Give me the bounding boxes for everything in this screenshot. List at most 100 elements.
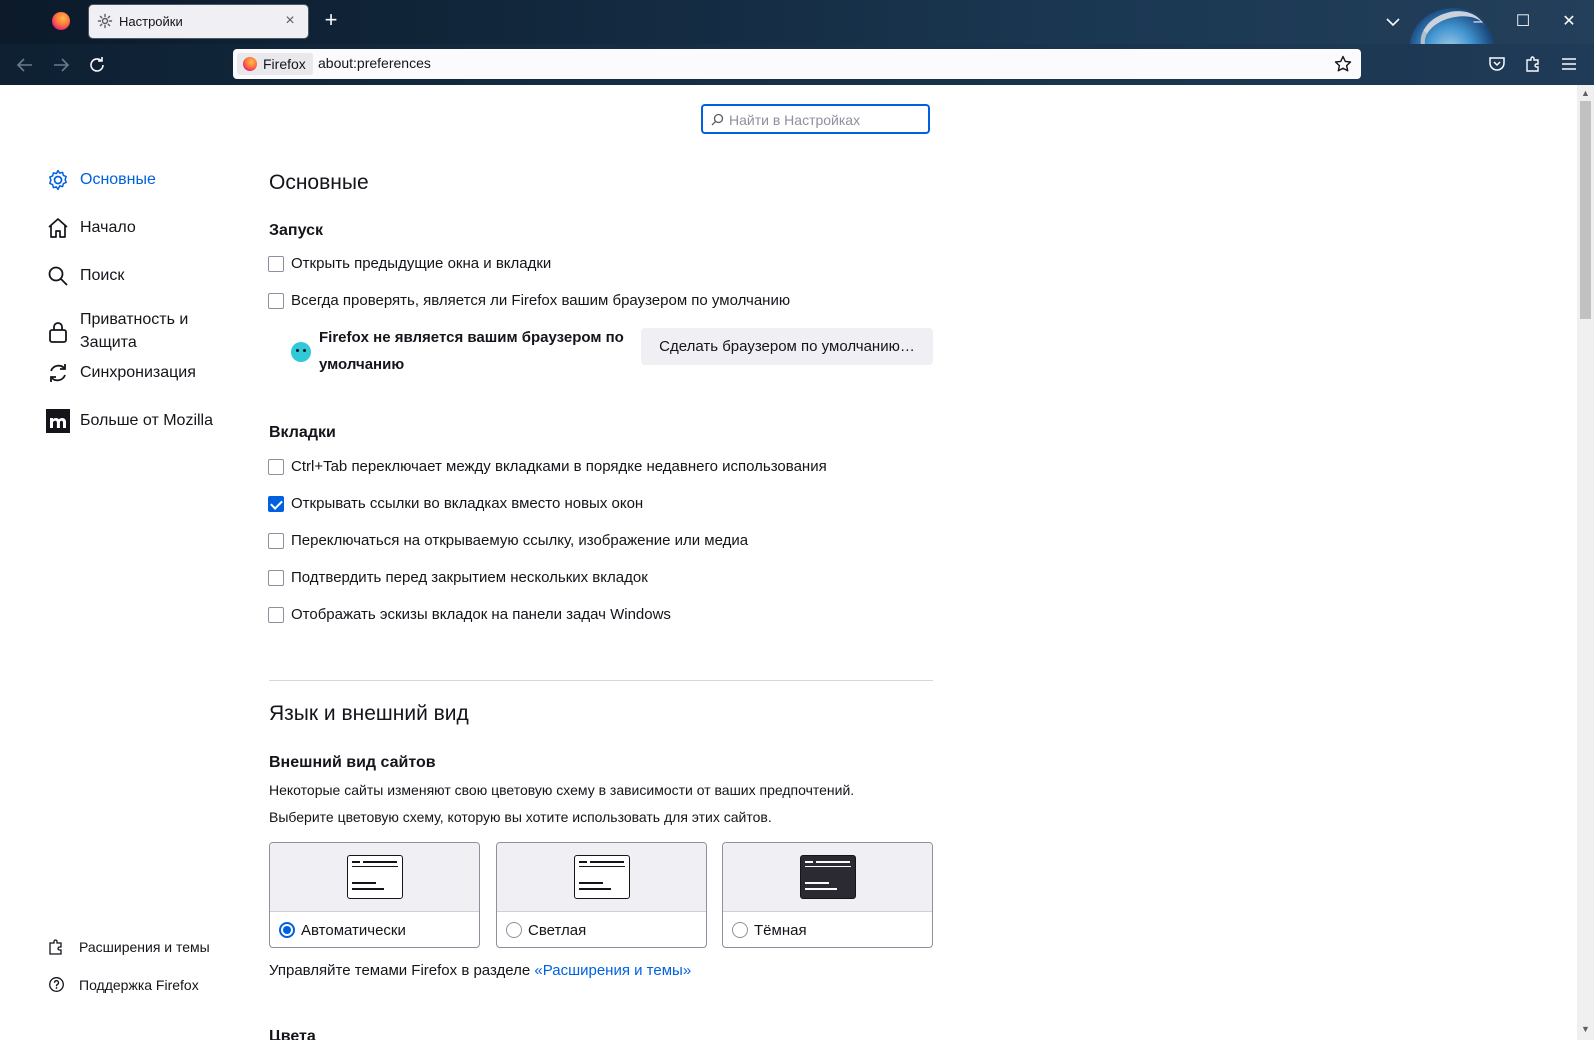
lock-icon [46,320,70,344]
appearance-description: Некоторые сайты изменяют свою цветовую с… [269,782,855,798]
scheme-label: Автоматически [301,922,406,939]
search-icon [711,113,724,126]
firefox-icon [243,57,257,71]
gear-icon [97,13,113,29]
tab-settings[interactable]: Настройки × [89,5,308,38]
star-icon[interactable] [1333,54,1353,74]
addons-themes-link[interactable]: «Расширения и темы» [534,962,691,979]
radio-button[interactable] [279,922,295,938]
checkbox-label: Открывать ссылки во вкладках вместо новы… [291,495,644,512]
close-window-button[interactable]: ✕ [1557,10,1581,34]
sidebar-link-support[interactable]: Поддержка Firefox [48,975,248,995]
url-text[interactable]: about:preferences [318,55,431,71]
radio-button[interactable] [506,922,522,938]
scheme-preview [497,843,706,912]
sidebar-item-privacy[interactable]: Приватность и Защита [46,308,236,356]
checkbox[interactable] [268,533,284,549]
checkbox-label: Ctrl+Tab переключает между вкладками в п… [291,458,827,475]
tab-title: Настройки [119,14,183,29]
themes-hint-text: Управляйте темами Firefox в разделе [269,962,535,979]
sidebar-item-label: Поиск [80,267,125,284]
mozilla-icon [46,409,70,433]
hamburger-menu-icon[interactable] [1559,54,1579,74]
sidebar-item-label: Приватность и Защита [80,311,189,351]
scheme-preview [723,843,932,912]
settings-search-box[interactable] [701,104,930,134]
scheme-label: Тёмная [754,922,807,939]
preferences-page: Основные Начало Поиск Приватность и Защи… [0,85,1577,1040]
help-icon [48,976,65,993]
extensions-puzzle-icon[interactable] [1523,54,1543,74]
radio-button[interactable] [732,922,748,938]
make-default-button[interactable]: Сделать браузером по умолчанию… [641,328,933,365]
chevron-down-icon[interactable] [1384,13,1402,31]
sidebar-item-label: Больше от Mozilla [80,412,214,429]
scheme-preview [270,843,479,912]
checkbox-label: Открыть предыдущие окна и вкладки [291,255,552,272]
puzzle-icon [48,938,65,955]
checkbox[interactable] [268,293,284,309]
gear-icon [46,168,70,192]
color-scheme-option-dark[interactable]: Тёмная [722,842,933,948]
settings-search-input[interactable] [729,110,919,130]
themes-hint: Управляйте темами Firefox в разделе «Рас… [269,962,691,979]
scroll-up-arrow-icon[interactable]: ▲ [1581,89,1590,98]
maximize-button[interactable]: ☐ [1511,10,1535,34]
sidebar-link-label: Поддержка Firefox [79,977,199,993]
sidebar-item-general[interactable]: Основные [46,165,236,195]
firefox-logo-icon[interactable] [52,12,70,30]
light-window-preview-icon [347,855,403,899]
navigation-bar: Firefox about:preferences [0,44,1594,85]
color-scheme-option-auto[interactable]: Автоматически [269,842,480,948]
sidebar-item-more-from-mozilla[interactable]: Больше от Mozilla [46,406,236,436]
home-icon [46,216,70,240]
new-tab-button[interactable]: + [320,9,342,31]
section-divider [269,680,933,681]
scroll-down-arrow-icon[interactable]: ▼ [1581,1025,1590,1034]
title-bar: Настройки × + – ☐ ✕ [0,0,1594,84]
default-browser-text: Firefox не является вашим браузером по у… [319,329,624,373]
sidebar-item-home[interactable]: Начало [46,213,236,243]
sidebar-item-label: Синхронизация [80,364,196,381]
sidebar-item-sync[interactable]: Синхронизация [46,358,236,388]
identity-box[interactable]: Firefox [237,53,313,75]
minimize-button[interactable]: – [1466,10,1490,34]
checkbox[interactable] [268,607,284,623]
sidebar-item-label: Начало [80,219,136,236]
scrollbar-thumb[interactable] [1580,101,1591,319]
section-title-language: Язык и внешний вид [269,702,469,725]
checkbox[interactable] [268,256,284,272]
sidebar-link-addons[interactable]: Расширения и темы [48,937,248,957]
checkbox[interactable] [268,496,284,512]
dark-window-preview-icon [800,855,856,899]
back-arrow-icon[interactable] [14,54,36,76]
page-title: Основные [269,171,369,194]
sidebar-item-search[interactable]: Поиск [46,261,236,291]
url-bar[interactable]: Firefox about:preferences [233,49,1361,79]
checkbox-label: Переключаться на открываемую ссылку, изо… [291,532,749,549]
checkbox-label: Всегда проверять, является ли Firefox ва… [291,292,791,309]
page-scrollbar[interactable]: ▲ ▼ [1577,85,1594,1040]
default-browser-notice: Firefox не является вашим браузером по у… [291,324,631,380]
sidebar-link-label: Расширения и темы [79,939,210,955]
color-scheme-option-light[interactable]: Светлая [496,842,707,948]
checkbox-label: Отображать эскизы вкладок на панели зада… [291,606,671,623]
section-heading-colors: Цвета [269,1028,316,1040]
light-window-preview-icon [574,855,630,899]
section-heading-appearance: Внешний вид сайтов [269,754,436,771]
close-tab-icon[interactable]: × [280,11,300,31]
section-heading-startup: Запуск [269,222,323,239]
pocket-icon[interactable] [1487,54,1507,74]
scheme-label: Светлая [528,922,587,939]
forward-arrow-icon[interactable] [50,54,72,76]
section-heading-tabs: Вкладки [269,424,336,441]
reload-icon[interactable] [86,54,108,76]
sad-face-icon [291,342,311,362]
checkbox[interactable] [268,459,284,475]
search-icon [46,264,70,288]
appearance-description: Выберите цветовую схему, которую вы хоти… [269,809,772,825]
checkbox[interactable] [268,570,284,586]
checkbox-label: Подтвердить перед закрытием нескольких в… [291,569,648,586]
identity-label: Firefox [263,56,306,72]
sidebar-item-label: Основные [80,171,156,188]
